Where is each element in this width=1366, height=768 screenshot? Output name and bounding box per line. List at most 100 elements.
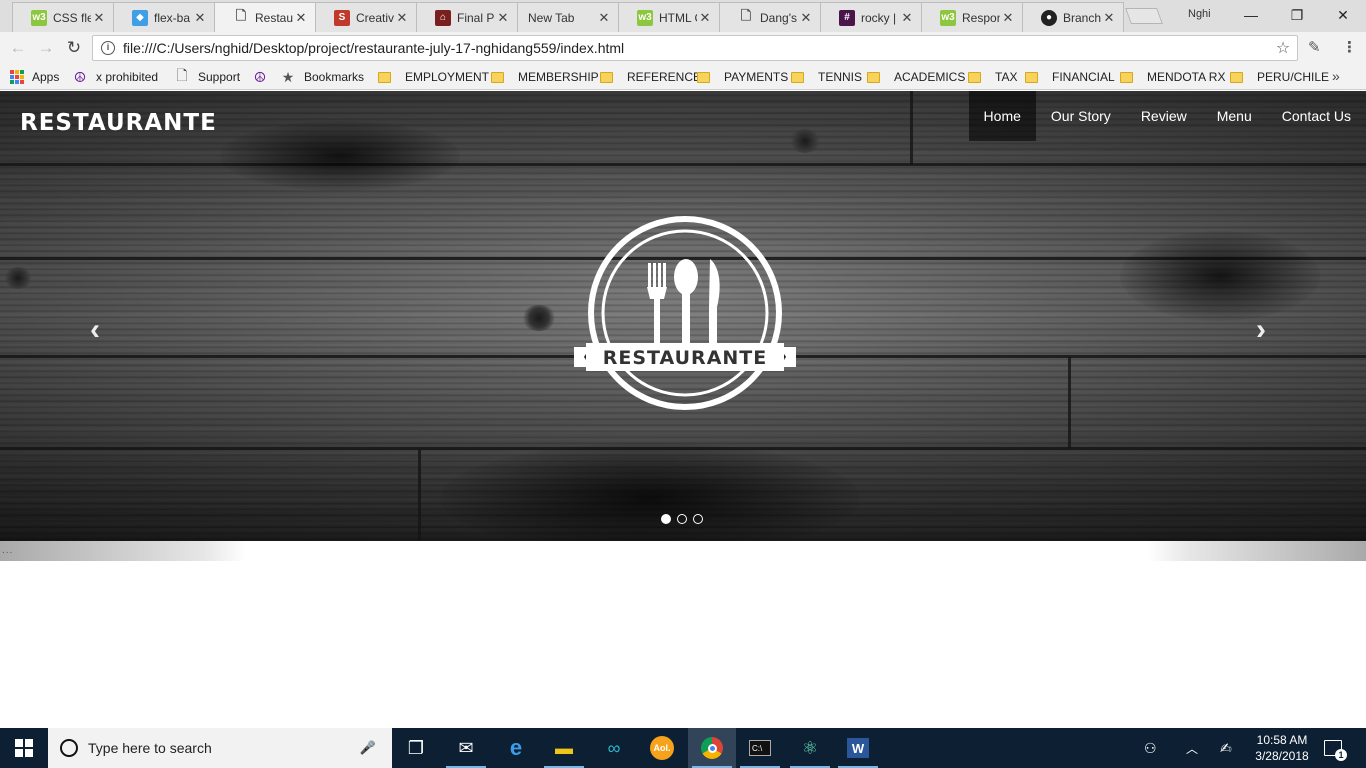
browser-tab[interactable]: w3 Respon ✕ <box>921 2 1023 32</box>
site-nav: Home Our Story Review Menu Contact Us <box>968 91 1366 141</box>
chrome-icon[interactable] <box>688 728 736 768</box>
slack-icon: # <box>839 9 855 26</box>
browser-tab[interactable]: New Tab ✕ <box>517 2 619 32</box>
bookmark-apps[interactable]: Apps <box>10 68 59 86</box>
close-tab-icon[interactable]: ✕ <box>697 10 713 26</box>
address-bar[interactable]: i file:///C:/Users/nghid/Desktop/project… <box>92 35 1298 61</box>
microphone-icon[interactable]: 🎤 <box>358 740 378 756</box>
browser-tab[interactable]: ⌂ Final Pr ✕ <box>416 2 518 32</box>
bookmark-support[interactable]: 🗋 Support <box>174 67 241 86</box>
eyedropper-extension-icon[interactable]: ✎ <box>1308 38 1321 56</box>
chrome-menu-icon[interactable]: ⋮ <box>1342 38 1357 56</box>
browser-toolbar: ← → ↻ i file:///C:/Users/nghid/Desktop/p… <box>0 32 1366 64</box>
bookmark-label: EMPLOYMENT <box>405 70 490 84</box>
close-tab-icon[interactable]: ✕ <box>192 10 208 26</box>
carousel-dot-3[interactable] <box>693 514 703 524</box>
close-tab-icon[interactable]: ✕ <box>798 10 814 26</box>
bookmark-folder[interactable]: MEMBERSHIP <box>491 68 599 86</box>
taskbar-search[interactable]: Type here to search 🎤 <box>48 728 392 768</box>
wood-stain <box>220 121 460 191</box>
edge-icon[interactable]: e <box>492 728 540 768</box>
peace-icon: ☮ <box>253 68 267 85</box>
folder-icon <box>791 71 804 83</box>
nav-our-story[interactable]: Our Story <box>1036 91 1126 141</box>
more-bookmarks-chevron-icon[interactable]: » <box>1332 68 1340 84</box>
action-center-icon[interactable]: 1 <box>1324 728 1347 768</box>
carousel-dot-2[interactable] <box>677 514 687 524</box>
emblem-text: RESTAURANTE <box>603 347 768 369</box>
wood-stain <box>440 443 860 541</box>
atom-icon[interactable]: ⚛ <box>786 728 834 768</box>
word-icon[interactable]: W <box>834 728 882 768</box>
bookmark-label: Support <box>198 70 241 84</box>
bookmark-folder[interactable]: ACADEMICS <box>867 68 965 86</box>
browser-tab[interactable]: w3 HTML C ✕ <box>618 2 720 32</box>
nav-home[interactable]: Home <box>968 91 1036 141</box>
reload-button[interactable]: ↻ <box>62 37 86 59</box>
browser-tab-active[interactable]: 🗋 Restaur ✕ <box>214 2 316 32</box>
url-text[interactable]: file:///C:/Users/nghid/Desktop/project/r… <box>123 40 1273 56</box>
close-tab-icon[interactable]: ✕ <box>596 10 612 26</box>
back-button[interactable]: ← <box>6 37 30 59</box>
strip-text: ... <box>2 545 14 556</box>
aol-icon[interactable]: Aol. <box>638 728 686 768</box>
notification-count: 1 <box>1335 749 1347 761</box>
close-tab-icon[interactable]: ✕ <box>1000 10 1016 26</box>
people-icon[interactable]: ⚇ <box>1144 728 1157 768</box>
folder-icon <box>600 71 613 83</box>
nav-menu[interactable]: Menu <box>1202 91 1267 141</box>
close-tab-icon[interactable]: ✕ <box>1101 10 1117 26</box>
close-window-button[interactable]: ✕ <box>1320 0 1366 30</box>
info-icon[interactable]: i <box>101 41 115 55</box>
page-icon: 🗋 <box>176 67 188 83</box>
tab-title: flex-ba <box>154 10 191 25</box>
mail-icon[interactable]: ✉ <box>442 728 490 768</box>
close-tab-icon[interactable]: ✕ <box>394 10 410 26</box>
show-hidden-icons-chevron-icon[interactable]: ︿ <box>1186 728 1198 768</box>
task-view-icon[interactable]: ❐ <box>392 728 440 768</box>
close-tab-icon[interactable]: ✕ <box>91 10 107 26</box>
forward-button[interactable]: → <box>34 37 58 59</box>
bookmark-folder[interactable]: TENNIS <box>791 68 862 86</box>
tab-title: New Tab <box>528 10 575 25</box>
bookmark-label: FINANCIAL <box>1052 70 1115 84</box>
new-tab-button[interactable] <box>1125 8 1163 24</box>
terminal-icon[interactable]: C:\ <box>736 728 784 768</box>
start-button[interactable] <box>0 728 48 768</box>
carousel-dot-1[interactable] <box>661 514 671 524</box>
bookmark-folder[interactable]: EMPLOYMENT <box>378 68 489 86</box>
browser-tab[interactable]: 🗋 Dang's ✕ <box>719 2 821 32</box>
file-explorer-icon[interactable]: ▬ <box>540 728 588 768</box>
browser-tab[interactable]: S Creative ✕ <box>315 2 417 32</box>
nav-contact-us[interactable]: Contact Us <box>1267 91 1366 141</box>
bookmark-bookmarks[interactable]: ★ Bookmarks <box>280 68 364 86</box>
taskbar-clock[interactable]: 10:58 AM 3/28/2018 <box>1252 732 1312 764</box>
bookmark-peace[interactable]: ☮ <box>252 68 276 86</box>
bookmark-x-prohibited[interactable]: ☮ x prohibited <box>72 68 158 86</box>
bookmark-folder[interactable]: FINANCIAL <box>1025 68 1115 86</box>
bookmark-star-icon[interactable]: ☆ <box>1273 38 1293 58</box>
site-logo[interactable]: RESTAURANTE <box>20 110 217 136</box>
arduino-icon[interactable]: ∞ <box>590 728 638 768</box>
pen-workspace-icon[interactable]: ✍ <box>1220 728 1232 768</box>
close-tab-icon[interactable]: ✕ <box>293 10 309 26</box>
folder-icon <box>968 71 981 83</box>
minimize-button[interactable]: — <box>1228 0 1274 30</box>
profile-name[interactable]: Nghi <box>1188 8 1211 20</box>
bookmark-label: Bookmarks <box>304 70 365 84</box>
bookmark-folder[interactable]: REFERENCE <box>600 68 701 86</box>
bookmark-folder[interactable]: PAYMENTS <box>697 68 788 86</box>
browser-tab[interactable]: ● Branche ✕ <box>1022 2 1124 32</box>
carousel-prev-button[interactable]: ‹ <box>90 313 100 347</box>
close-tab-icon[interactable]: ✕ <box>899 10 915 26</box>
maximize-button[interactable]: ❐ <box>1274 0 1320 30</box>
browser-tab[interactable]: ◆ flex-ba ✕ <box>113 2 215 32</box>
browser-tab[interactable]: w3 CSS fle ✕ <box>12 2 114 32</box>
bookmark-folder[interactable]: PERU/CHILE <box>1230 68 1329 86</box>
close-tab-icon[interactable]: ✕ <box>495 10 511 26</box>
carousel-next-button[interactable]: › <box>1256 313 1266 347</box>
bookmark-folder[interactable]: TAX <box>968 68 1017 86</box>
nav-review[interactable]: Review <box>1126 91 1202 141</box>
browser-tab[interactable]: # rocky | ✕ <box>820 2 922 32</box>
bookmark-folder[interactable]: MENDOTA RX <box>1120 68 1225 86</box>
